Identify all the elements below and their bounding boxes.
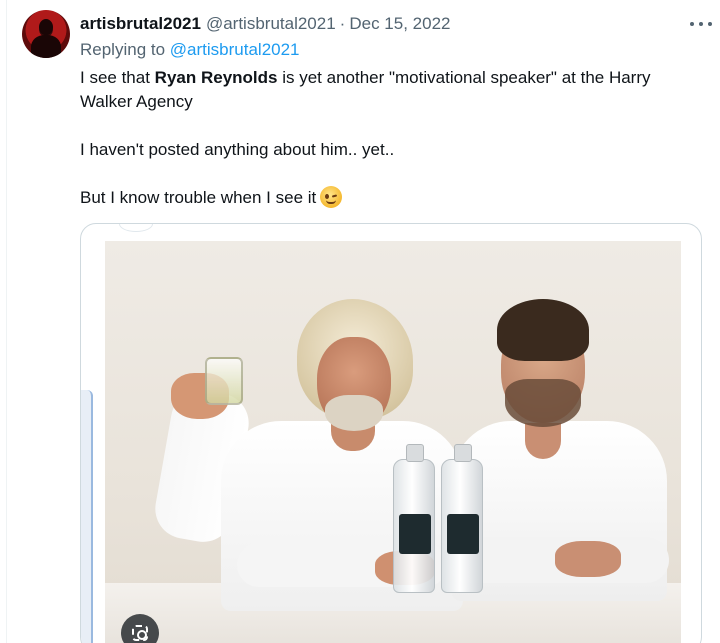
avatar-silhouette-torso bbox=[31, 35, 61, 58]
partial-overlay-panel bbox=[81, 390, 93, 643]
text-segment: But I know trouble when I see it bbox=[80, 188, 317, 207]
tweet-text-line1: I see that Ryan Reynolds is yet another … bbox=[80, 66, 700, 114]
photo-bottle bbox=[393, 444, 435, 593]
tweet-text: I see that Ryan Reynolds is yet another … bbox=[80, 66, 700, 210]
photo-bottle bbox=[441, 444, 483, 593]
avatar[interactable] bbox=[22, 10, 70, 58]
more-dot bbox=[699, 22, 703, 26]
tweet-photo[interactable] bbox=[105, 241, 681, 643]
more-dot bbox=[690, 22, 694, 26]
photo-person1-beard bbox=[325, 395, 383, 431]
tweet-date[interactable]: Dec 15, 2022 bbox=[349, 14, 450, 34]
separator-dot: · bbox=[339, 14, 346, 33]
tweet-header: artisbrutal2021 @artisbrutal2021 · Dec 1… bbox=[80, 12, 696, 36]
tweet-text-line2: I haven't posted anything about him.. ye… bbox=[80, 140, 395, 159]
text-segment: I see that bbox=[80, 68, 155, 87]
replying-to: Replying to @artisbrutal2021 bbox=[80, 40, 300, 60]
reply-mention-link[interactable]: @artisbrutal2021 bbox=[170, 40, 300, 59]
display-name[interactable]: artisbrutal2021 bbox=[80, 14, 201, 34]
tweet: artisbrutal2021 @artisbrutal2021 · Dec 1… bbox=[0, 0, 720, 643]
avatar-silhouette-head bbox=[39, 19, 53, 35]
winking-face-emoji-icon bbox=[320, 186, 343, 208]
photo-person2-hair bbox=[497, 299, 589, 361]
reply-prefix: Replying to bbox=[80, 40, 166, 59]
photo-person2-hand bbox=[555, 541, 621, 577]
tweet-text-line3: But I know trouble when I see it bbox=[80, 186, 700, 210]
photo-person2-neck bbox=[525, 423, 561, 459]
more-dot bbox=[708, 22, 712, 26]
photo-person2-beard bbox=[505, 379, 581, 427]
bold-name: Ryan Reynolds bbox=[154, 68, 278, 87]
user-handle[interactable]: @artisbrutal2021 bbox=[206, 14, 336, 34]
more-horizontal-icon[interactable] bbox=[690, 14, 712, 34]
media-card[interactable] bbox=[80, 223, 702, 643]
photo-glass bbox=[205, 357, 243, 405]
media-top-chip bbox=[119, 224, 153, 232]
